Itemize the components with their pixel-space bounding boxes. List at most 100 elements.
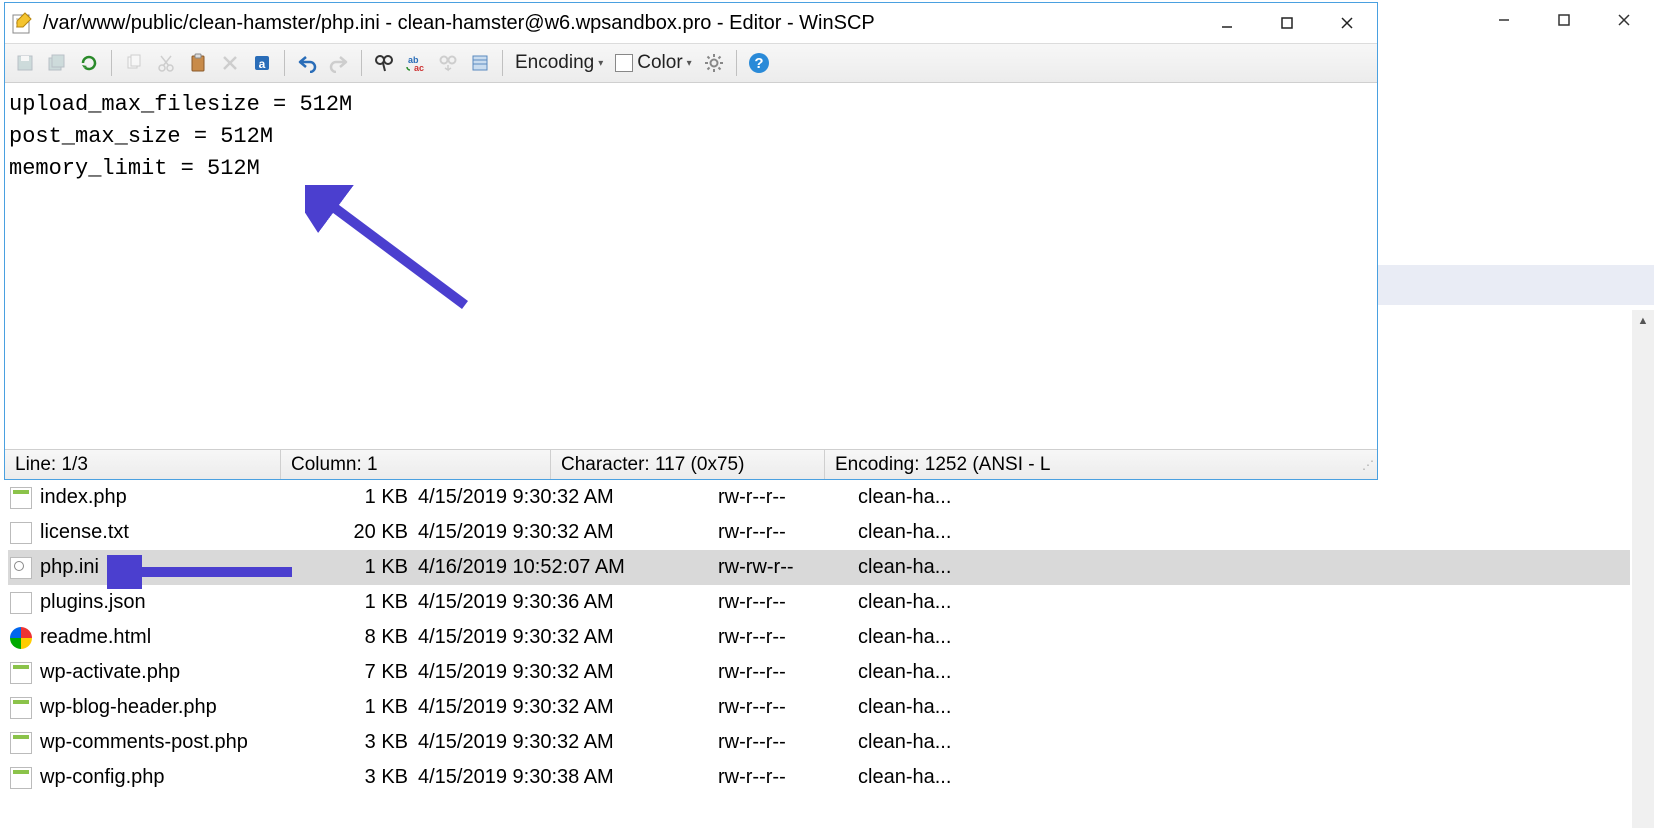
file-date: 4/15/2019 9:30:38 AM <box>418 766 718 789</box>
file-type-icon <box>10 732 32 754</box>
file-owner: clean-ha... <box>858 486 998 509</box>
file-name: php.ini <box>40 556 320 579</box>
file-permissions: rw-r--r-- <box>718 591 858 614</box>
svg-text:ac: ac <box>414 63 424 73</box>
file-type-icon <box>10 557 32 579</box>
save-all-icon[interactable] <box>43 49 71 77</box>
file-name: wp-activate.php <box>40 661 320 684</box>
file-permissions: rw-rw-r-- <box>718 556 858 579</box>
file-size: 8 KB <box>320 626 418 649</box>
undo-icon[interactable] <box>293 49 321 77</box>
scroll-up-icon[interactable]: ▲ <box>1632 310 1654 332</box>
select-all-icon[interactable]: a <box>248 49 276 77</box>
settings-icon[interactable] <box>700 49 728 77</box>
file-date: 4/15/2019 9:30:32 AM <box>418 626 718 649</box>
goto-icon[interactable] <box>466 49 494 77</box>
file-owner: clean-ha... <box>858 626 998 649</box>
bg-titlebar <box>1474 0 1654 40</box>
color-dropdown[interactable]: Color ▾ <box>611 52 695 74</box>
color-swatch <box>615 54 633 72</box>
minimize-button[interactable] <box>1197 4 1257 42</box>
file-permissions: rw-r--r-- <box>718 731 858 754</box>
file-permissions: rw-r--r-- <box>718 521 858 544</box>
file-date: 4/16/2019 10:52:07 AM <box>418 556 718 579</box>
file-type-icon <box>10 767 32 789</box>
file-type-icon <box>10 697 32 719</box>
bg-scrollbar[interactable]: ▲ <box>1632 310 1654 828</box>
file-date: 4/15/2019 9:30:32 AM <box>418 661 718 684</box>
window-title: /var/www/public/clean-hamster/php.ini - … <box>43 12 1197 35</box>
file-size: 7 KB <box>320 661 418 684</box>
close-button[interactable] <box>1317 4 1377 42</box>
file-type-icon <box>10 592 32 614</box>
file-row[interactable]: wp-config.php3 KB4/15/2019 9:30:38 AMrw-… <box>8 760 1630 795</box>
copy-icon[interactable] <box>120 49 148 77</box>
encoding-dropdown[interactable]: Encoding ▾ <box>511 52 607 74</box>
resize-grip-icon[interactable]: ⋰ <box>1357 458 1377 472</box>
file-row[interactable]: readme.html8 KB4/15/2019 9:30:32 AMrw-r-… <box>8 620 1630 655</box>
status-line: Line: 1/3 <box>5 450 281 479</box>
editor-window: /var/www/public/clean-hamster/php.ini - … <box>4 2 1378 480</box>
file-size: 1 KB <box>320 556 418 579</box>
file-size: 20 KB <box>320 521 418 544</box>
file-owner: clean-ha... <box>858 521 998 544</box>
find-next-icon[interactable] <box>434 49 462 77</box>
chevron-down-icon: ▾ <box>687 58 692 69</box>
editor-textarea[interactable]: upload_max_filesize = 512M post_max_size… <box>5 83 1377 449</box>
status-encoding: Encoding: 1252 (ANSI - L <box>825 450 1357 479</box>
chevron-down-icon: ▾ <box>598 58 603 69</box>
file-permissions: rw-r--r-- <box>718 696 858 719</box>
bg-minimize-button[interactable] <box>1474 0 1534 40</box>
file-owner: clean-ha... <box>858 766 998 789</box>
bg-header-bar <box>1378 265 1654 305</box>
status-character: Character: 117 (0x75) <box>551 450 825 479</box>
delete-icon[interactable] <box>216 49 244 77</box>
save-icon[interactable] <box>11 49 39 77</box>
maximize-button[interactable] <box>1257 4 1317 42</box>
file-name: license.txt <box>40 521 320 544</box>
reload-icon[interactable] <box>75 49 103 77</box>
file-row[interactable]: php.ini1 KB4/16/2019 10:52:07 AMrw-rw-r-… <box>8 550 1630 585</box>
file-row[interactable]: wp-activate.php7 KB4/15/2019 9:30:32 AMr… <box>8 655 1630 690</box>
svg-text:a: a <box>259 57 266 71</box>
paste-icon[interactable] <box>184 49 212 77</box>
replace-icon[interactable]: abac <box>402 49 430 77</box>
file-date: 4/15/2019 9:30:36 AM <box>418 591 718 614</box>
file-size: 1 KB <box>320 486 418 509</box>
status-column: Column: 1 <box>281 450 551 479</box>
file-type-icon <box>10 522 32 544</box>
bg-close-button[interactable] <box>1594 0 1654 40</box>
encoding-label: Encoding <box>515 52 594 74</box>
file-permissions: rw-r--r-- <box>718 766 858 789</box>
file-owner: clean-ha... <box>858 661 998 684</box>
titlebar[interactable]: /var/www/public/clean-hamster/php.ini - … <box>5 3 1377 43</box>
help-icon[interactable]: ? <box>745 49 773 77</box>
toolbar: a abac Encoding ▾ Color ▾ ? <box>5 43 1377 83</box>
file-name: wp-comments-post.php <box>40 731 320 754</box>
file-list: index.php1 KB4/15/2019 9:30:32 AMrw-r--r… <box>8 480 1630 795</box>
statusbar: Line: 1/3 Column: 1 Character: 117 (0x75… <box>5 449 1377 479</box>
file-owner: clean-ha... <box>858 731 998 754</box>
file-name: readme.html <box>40 626 320 649</box>
svg-text:?: ? <box>754 55 763 72</box>
file-size: 3 KB <box>320 731 418 754</box>
file-size: 3 KB <box>320 766 418 789</box>
file-row[interactable]: plugins.json1 KB4/15/2019 9:30:36 AMrw-r… <box>8 585 1630 620</box>
file-owner: clean-ha... <box>858 591 998 614</box>
file-owner: clean-ha... <box>858 696 998 719</box>
bg-maximize-button[interactable] <box>1534 0 1594 40</box>
redo-icon[interactable] <box>325 49 353 77</box>
file-owner: clean-ha... <box>858 556 998 579</box>
app-icon <box>11 11 35 35</box>
file-row[interactable]: index.php1 KB4/15/2019 9:30:32 AMrw-r--r… <box>8 480 1630 515</box>
find-icon[interactable] <box>370 49 398 77</box>
file-row[interactable]: license.txt20 KB4/15/2019 9:30:32 AMrw-r… <box>8 515 1630 550</box>
cut-icon[interactable] <box>152 49 180 77</box>
file-name: plugins.json <box>40 591 320 614</box>
file-row[interactable]: wp-blog-header.php1 KB4/15/2019 9:30:32 … <box>8 690 1630 725</box>
file-permissions: rw-r--r-- <box>718 626 858 649</box>
file-row[interactable]: wp-comments-post.php3 KB4/15/2019 9:30:3… <box>8 725 1630 760</box>
file-type-icon <box>10 627 32 649</box>
file-type-icon <box>10 487 32 509</box>
file-name: wp-blog-header.php <box>40 696 320 719</box>
